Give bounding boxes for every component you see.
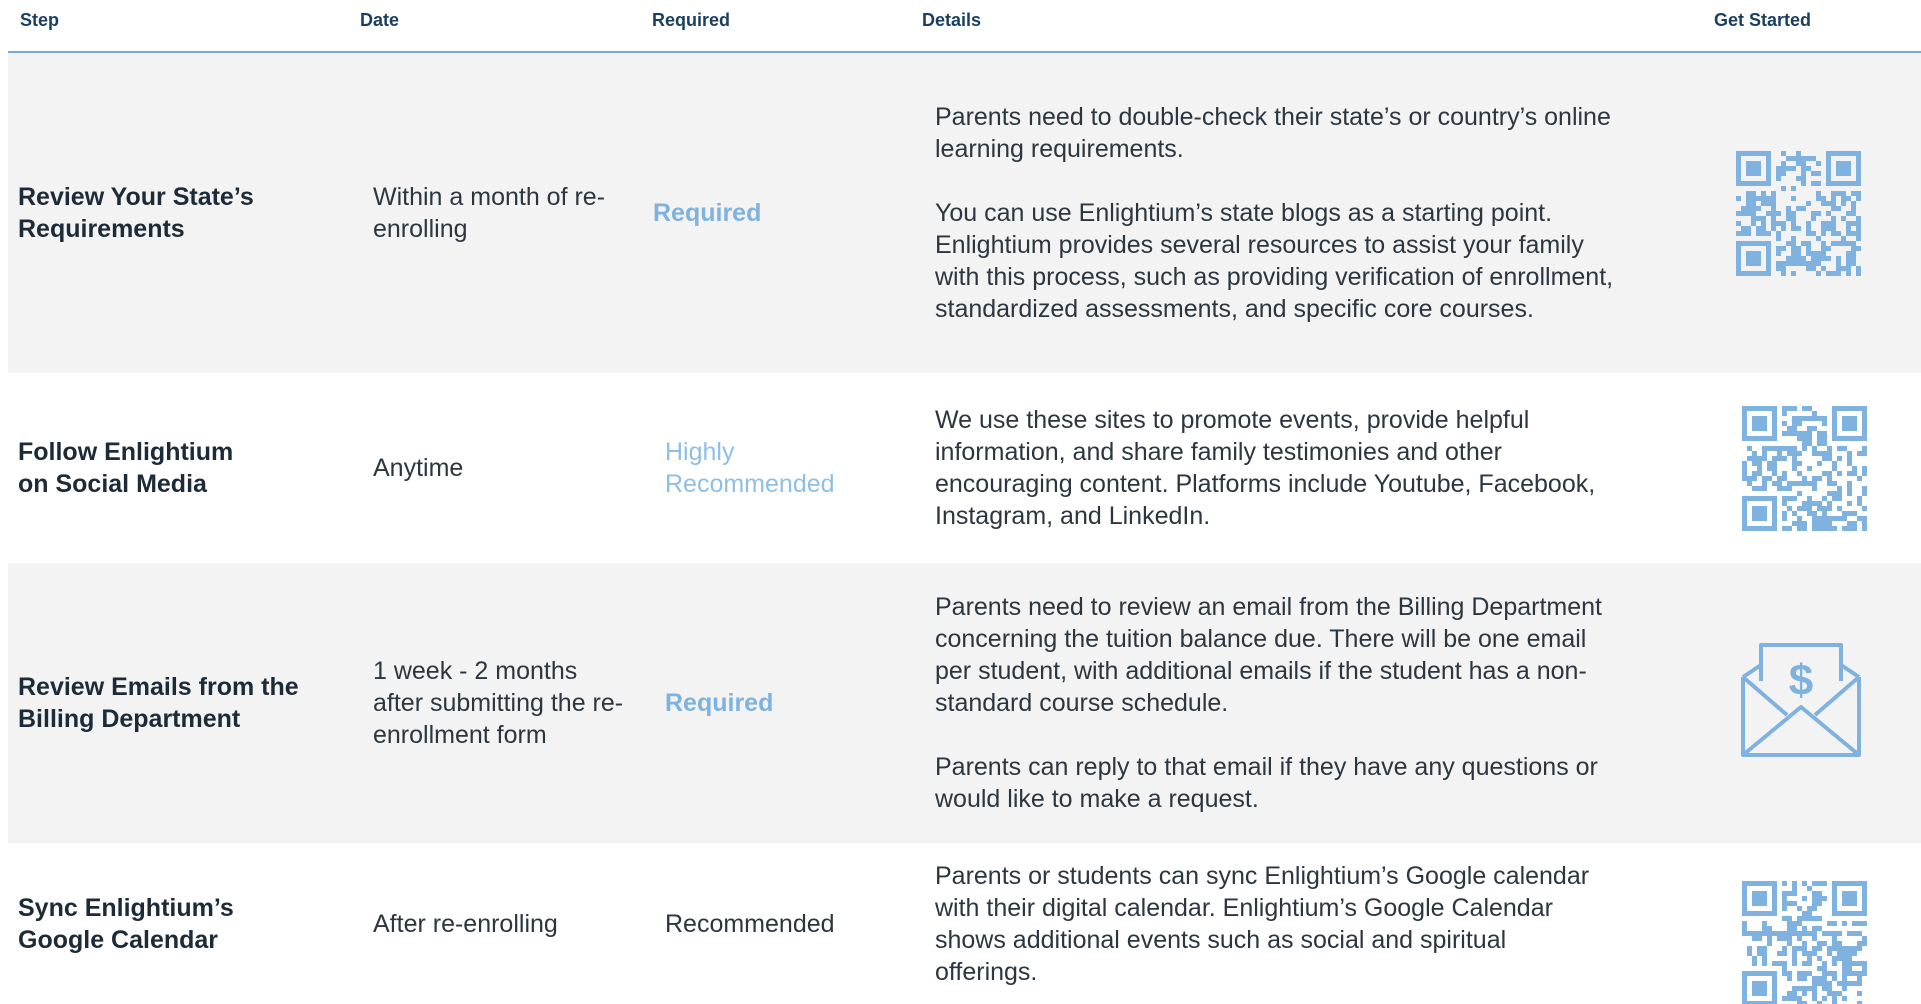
- required-cell: Recommended: [653, 843, 903, 1004]
- required-cell: Required: [653, 563, 903, 843]
- get-started-cell: [1708, 843, 1908, 1004]
- date-cell: Within a month of re-enrolling: [373, 53, 643, 373]
- date-cell: 1 week - 2 months after submitting the r…: [373, 563, 643, 843]
- step-cell: Review Emails from the Billing Departmen…: [18, 563, 348, 843]
- details-paragraph: Parents need to review an email from the…: [935, 593, 1602, 717]
- required-cell: Required: [653, 53, 903, 373]
- details-paragraph: Parents can reply to that email if they …: [935, 753, 1598, 813]
- qr-code-icon[interactable]: [1741, 881, 1867, 1004]
- details-cell: We use these sites to promote events, pr…: [935, 373, 1615, 563]
- date-label: 1 week - 2 months after submitting the r…: [373, 657, 624, 749]
- table-row: Sync Enlightium’s Google Calendar After …: [8, 843, 1921, 1004]
- table-row: Review Emails from the Billing Departmen…: [8, 563, 1921, 843]
- date-cell: Anytime: [373, 373, 643, 563]
- svg-text:$: $: [1789, 656, 1813, 705]
- step-cell: Follow Enlightium on Social Media: [18, 373, 348, 563]
- date-label: Anytime: [373, 454, 464, 482]
- step-label: Sync Enlightium’s Google Calendar: [18, 893, 234, 954]
- get-started-cell: [1708, 373, 1908, 563]
- header-step: Step: [20, 10, 60, 30]
- dollar-envelope-icon[interactable]: $: [1739, 637, 1863, 769]
- step-cell: Sync Enlightium’s Google Calendar: [18, 843, 348, 1004]
- date-label: After re-enrolling: [373, 909, 558, 938]
- date-cell: After re-enrolling: [373, 843, 643, 1004]
- header-details: Details: [922, 10, 982, 30]
- get-started-cell: [1708, 53, 1908, 373]
- re-enrollment-steps-table: Step Date Required Details Get Started R…: [0, 0, 1921, 1004]
- step-label: Follow Enlightium on Social Media: [18, 438, 234, 498]
- details-cell: Parents or students can sync Enlightium’…: [935, 843, 1615, 1004]
- details-cell: Parents need to review an email from the…: [935, 563, 1615, 843]
- required-badge: Recommended: [665, 909, 835, 938]
- required-cell: Highly Recommended: [653, 373, 903, 563]
- step-label: Review Emails from the Billing Departmen…: [18, 673, 299, 733]
- required-badge: Highly Recommended: [665, 438, 835, 498]
- required-badge: Required: [653, 199, 762, 227]
- details-paragraph: Parents or students can sync Enlightium’…: [935, 861, 1590, 986]
- table-header: Step Date Required Details Get Started: [0, 0, 1921, 52]
- required-badge: Required: [665, 689, 774, 717]
- details-paragraph: We use these sites to promote events, pr…: [935, 406, 1596, 530]
- qr-code-icon[interactable]: [1735, 150, 1861, 276]
- qr-code-icon[interactable]: [1741, 405, 1867, 531]
- step-label: Review Your State’s Requirements: [18, 183, 254, 243]
- table-row: Review Your State’s Requirements Within …: [8, 53, 1921, 373]
- header-date: Date: [360, 10, 400, 30]
- header-required: Required: [652, 10, 731, 30]
- date-label: Within a month of re-enrolling: [373, 183, 606, 243]
- header-get-started: Get Started: [1714, 10, 1812, 30]
- details-cell: Parents need to double-check their state…: [935, 53, 1615, 373]
- get-started-cell: $: [1708, 563, 1908, 843]
- step-cell: Review Your State’s Requirements: [18, 53, 348, 373]
- table-row: Follow Enlightium on Social Media Anytim…: [8, 373, 1921, 563]
- details-paragraph: You can use Enlightium’s state blogs as …: [935, 199, 1614, 323]
- details-paragraph: Parents need to double-check their state…: [935, 103, 1611, 163]
